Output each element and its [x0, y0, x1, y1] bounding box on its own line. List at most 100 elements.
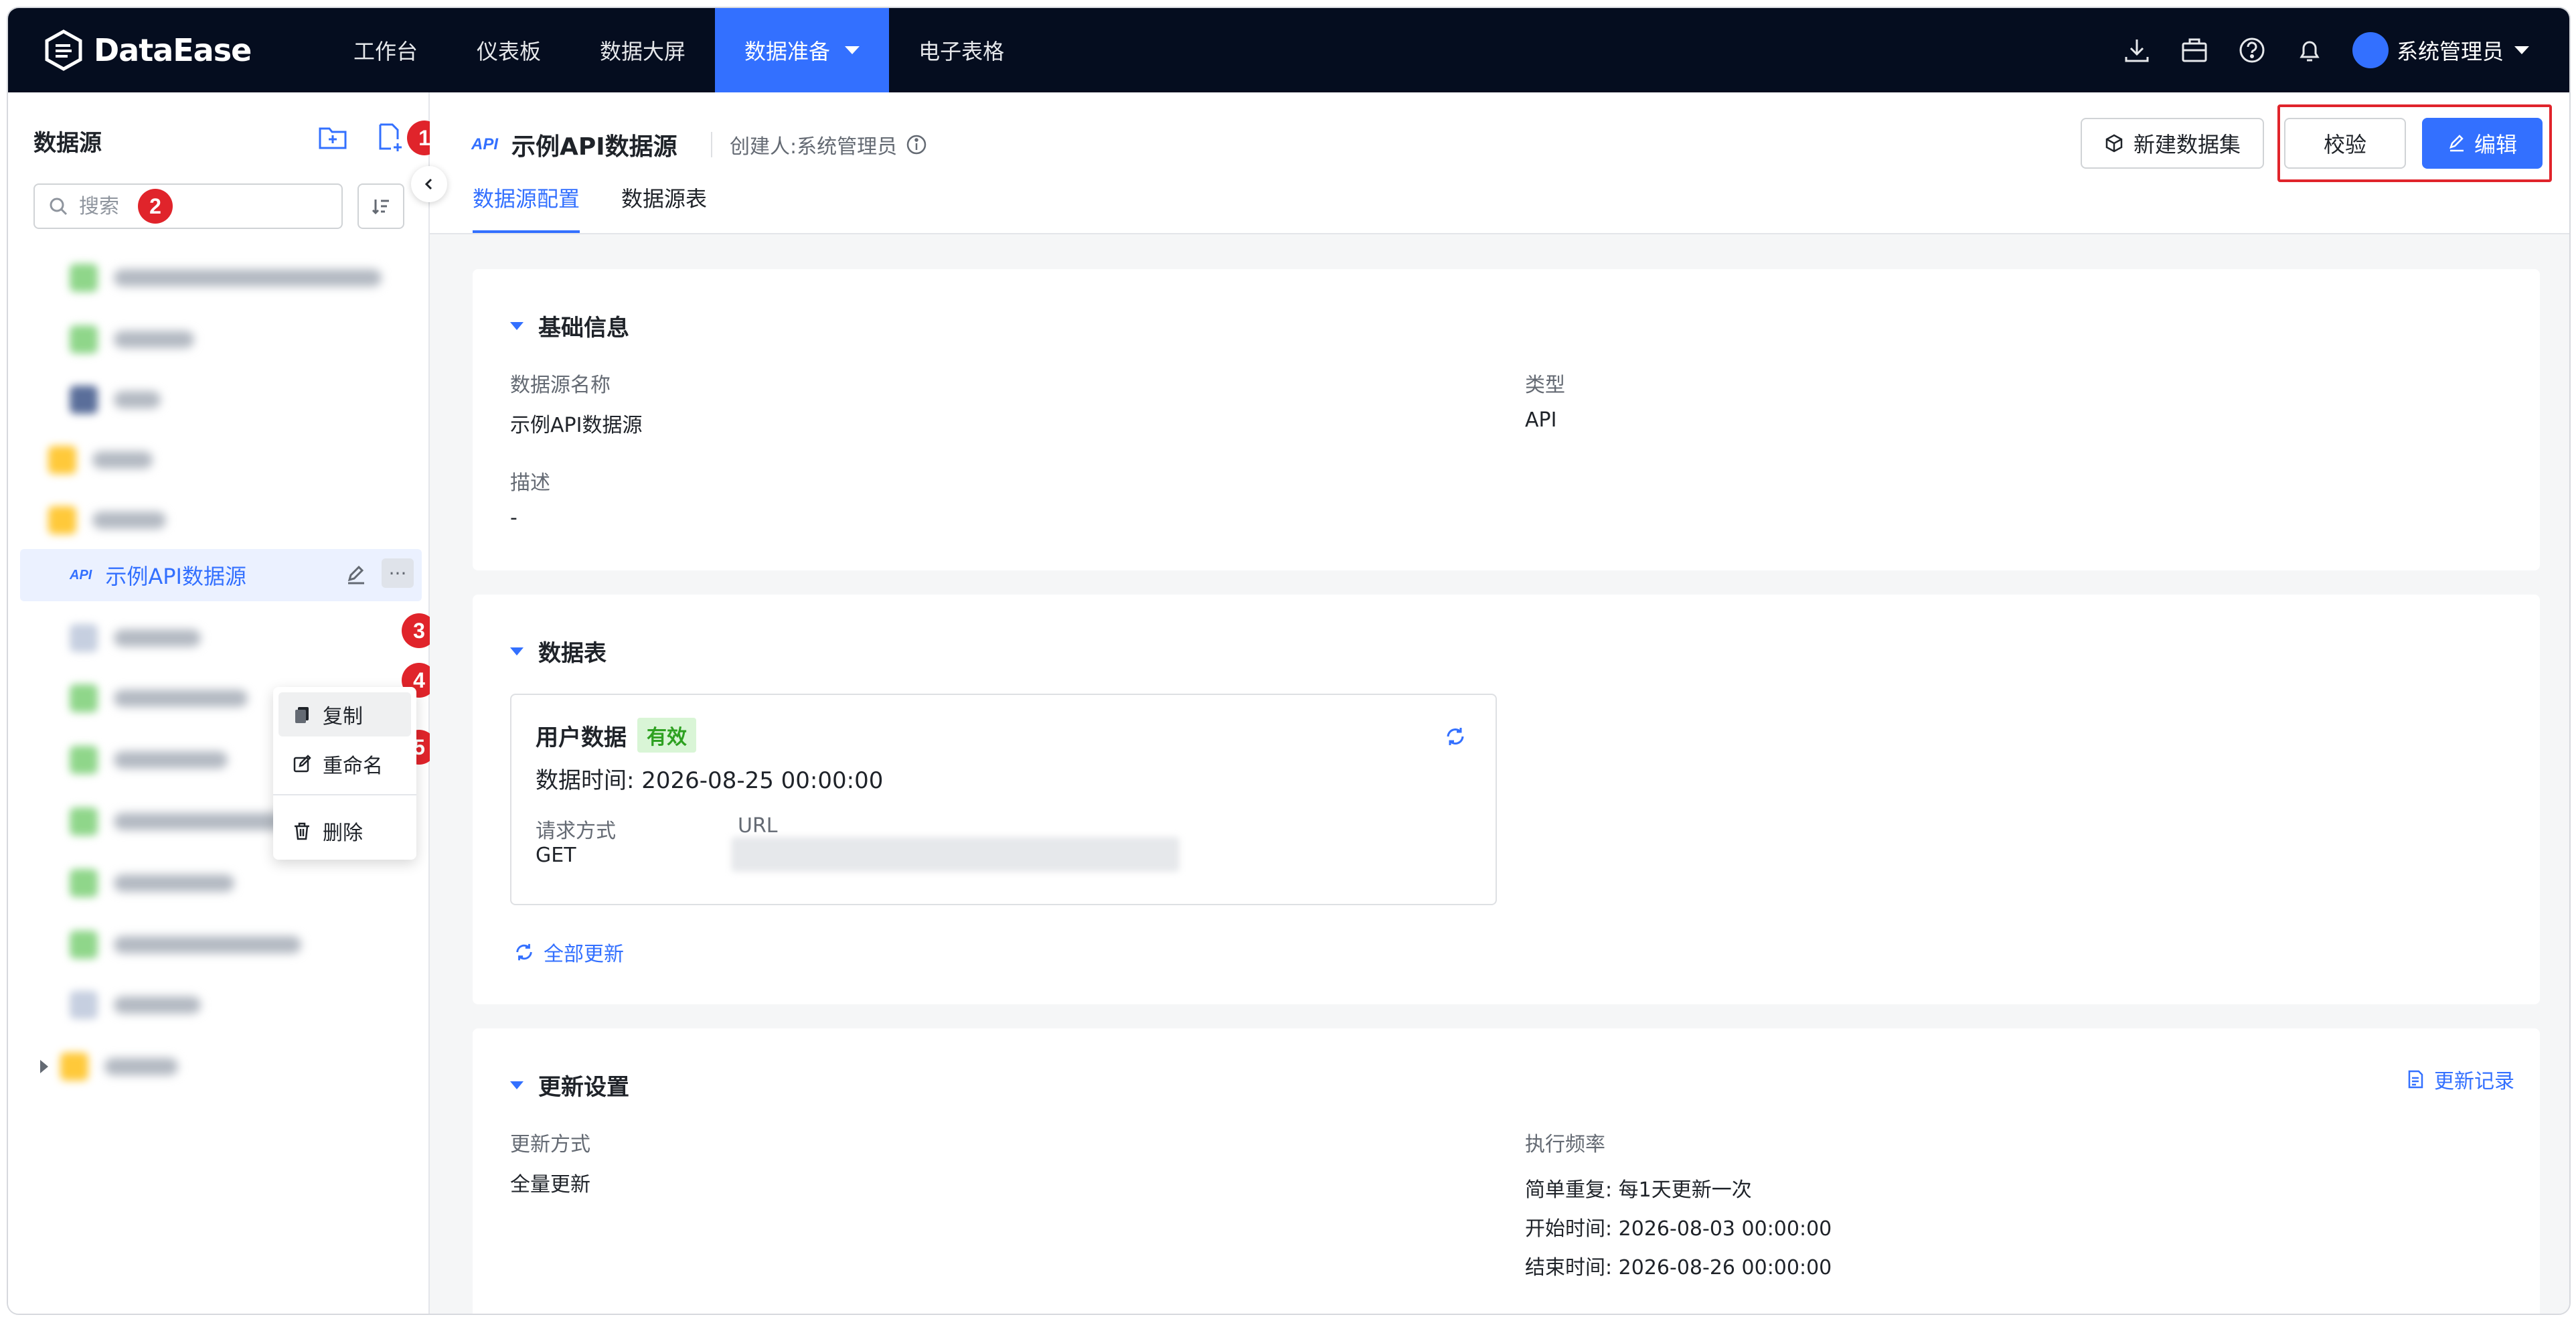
tree-folder-blurred[interactable] — [8, 494, 423, 546]
link-label: 更新记录 — [2434, 1070, 2514, 1093]
datasource-header: API 示例API数据源 创建人:系统管理员 数据源配置 数据源表 新建数据集 … — [430, 92, 2569, 234]
tree-item-blurred[interactable] — [8, 252, 423, 304]
refresh-icon — [516, 943, 532, 961]
blurred-label — [114, 996, 201, 1014]
nav-dashboard[interactable]: 仪表板 — [447, 8, 570, 92]
blurred-label — [114, 874, 234, 892]
datasource-icon — [70, 684, 98, 712]
collapse-sidebar-button[interactable] — [411, 166, 447, 202]
section-toggle[interactable]: 更新设置 — [510, 1069, 629, 1101]
copy-icon — [295, 707, 309, 723]
sort-button[interactable] — [357, 183, 404, 229]
data-table-card: 数据表 用户数据 有效 数据时间: 2026-08-25 00:00:00 请求… — [473, 595, 2540, 1004]
blurred-label — [114, 936, 301, 953]
folder-icon — [60, 1053, 88, 1081]
new-datasource-icon[interactable] — [374, 122, 404, 153]
nav-workbench[interactable]: 工作台 — [324, 8, 447, 92]
logo[interactable]: DataEase — [43, 28, 252, 72]
table-name: 用户数据 — [536, 724, 627, 751]
caret-down-icon — [845, 46, 860, 54]
nav-label: 数据大屏 — [600, 39, 686, 64]
header-actions: 系统管理员 — [2122, 8, 2529, 92]
edit-icon[interactable] — [344, 562, 368, 587]
tree-item-blurred[interactable] — [8, 919, 423, 971]
user-name: 系统管理员 — [2396, 39, 2504, 64]
datasource-icon — [70, 991, 98, 1019]
api-table-item[interactable]: 用户数据 有效 数据时间: 2026-08-25 00:00:00 请求方式 G… — [510, 694, 1497, 905]
menu-item-label: 重命名 — [323, 755, 383, 778]
more-actions-button[interactable]: ··· — [382, 558, 414, 588]
search-input[interactable] — [78, 193, 281, 219]
folder-icon — [48, 506, 76, 534]
search-box[interactable] — [33, 183, 343, 229]
section-title: 更新设置 — [538, 1074, 629, 1101]
main-panel: API 示例API数据源 创建人:系统管理员 数据源配置 数据源表 新建数据集 … — [430, 92, 2569, 1314]
expand-arrow-icon[interactable] — [40, 1060, 48, 1073]
blurred-label — [92, 451, 153, 469]
nav-label: 工作台 — [353, 39, 418, 64]
update-settings-card: 更新设置 更新记录 更新方式 全量更新 执行频率 简单重复: 每1天更新一次 开… — [473, 1028, 2540, 1314]
nav-label: 仪表板 — [477, 39, 542, 64]
search-icon — [50, 198, 68, 216]
field-label: 描述 — [510, 471, 550, 495]
context-menu: 复制 重命名 删除 — [273, 687, 416, 860]
folder-icon — [48, 446, 76, 474]
tree-item-active[interactable]: API 示例API数据源 ··· — [20, 549, 422, 601]
status-badge: 有效 — [637, 718, 696, 753]
tree-item-label: 示例API数据源 — [105, 564, 246, 589]
update-history-link[interactable]: 更新记录 — [2406, 1065, 2514, 1094]
datasource-icon — [70, 624, 98, 652]
bell-icon[interactable] — [2295, 35, 2324, 65]
menu-item-copy[interactable]: 复制 — [278, 692, 411, 736]
field-label: 请求方式 — [536, 820, 616, 843]
description-value: - — [510, 506, 517, 530]
download-icon[interactable] — [2122, 35, 2152, 65]
tree-item-blurred[interactable] — [8, 612, 423, 664]
menu-item-rename[interactable]: 重命名 — [278, 742, 411, 786]
datasource-icon — [70, 264, 98, 292]
nav-spreadsheet[interactable]: 电子表格 — [889, 8, 1034, 92]
new-folder-icon[interactable] — [317, 122, 348, 153]
request-method-value: GET — [536, 844, 576, 867]
api-tag: API — [70, 567, 92, 583]
tree-item-blurred[interactable] — [8, 857, 423, 909]
blurred-label — [114, 391, 161, 408]
tab-datasource-config[interactable]: 数据源配置 — [473, 182, 580, 233]
tree-folder-blurred[interactable] — [8, 434, 423, 486]
toolbox-icon[interactable] — [2180, 35, 2209, 65]
datasource-type-value: API — [1525, 408, 1557, 432]
document-icon — [2408, 1070, 2423, 1089]
info-icon[interactable] — [905, 133, 928, 156]
menu-divider — [273, 794, 416, 795]
edit-button[interactable]: 编辑 — [2422, 118, 2543, 169]
user-menu[interactable]: 系统管理员 — [2352, 32, 2529, 68]
collapse-arrow-icon — [510, 647, 524, 655]
tree-item-blurred[interactable] — [8, 374, 423, 426]
avatar — [2352, 32, 2389, 68]
field-label: 更新方式 — [510, 1133, 590, 1156]
button-label: 校验 — [2323, 132, 2366, 157]
nav-label: 电子表格 — [918, 39, 1005, 64]
tab-datasource-tables[interactable]: 数据源表 — [621, 182, 707, 230]
section-toggle[interactable]: 基础信息 — [510, 309, 629, 342]
help-icon[interactable] — [2237, 35, 2267, 65]
section-title: 基础信息 — [538, 315, 629, 341]
nav-data-screen[interactable]: 数据大屏 — [570, 8, 715, 92]
tree-item-blurred[interactable] — [8, 313, 423, 366]
datasource-icon — [70, 746, 98, 774]
tree-folder-blurred[interactable] — [8, 1040, 423, 1093]
blurred-label — [114, 690, 248, 707]
field-label: 执行频率 — [1525, 1133, 1605, 1156]
menu-item-delete[interactable]: 删除 — [278, 809, 411, 853]
nav-data-prep[interactable]: 数据准备 — [715, 8, 890, 92]
refresh-icon[interactable] — [1445, 726, 1466, 747]
chevron-left-icon — [424, 178, 432, 190]
button-label: 编辑 — [2474, 132, 2517, 157]
new-dataset-button[interactable]: 新建数据集 — [2081, 118, 2264, 169]
section-toggle[interactable]: 数据表 — [510, 635, 607, 668]
validate-button[interactable]: 校验 — [2284, 118, 2406, 169]
refresh-all-link[interactable]: 全部更新 — [514, 937, 624, 967]
blurred-label — [114, 269, 382, 287]
tree-item-blurred[interactable] — [8, 979, 423, 1031]
rename-icon — [293, 755, 311, 773]
